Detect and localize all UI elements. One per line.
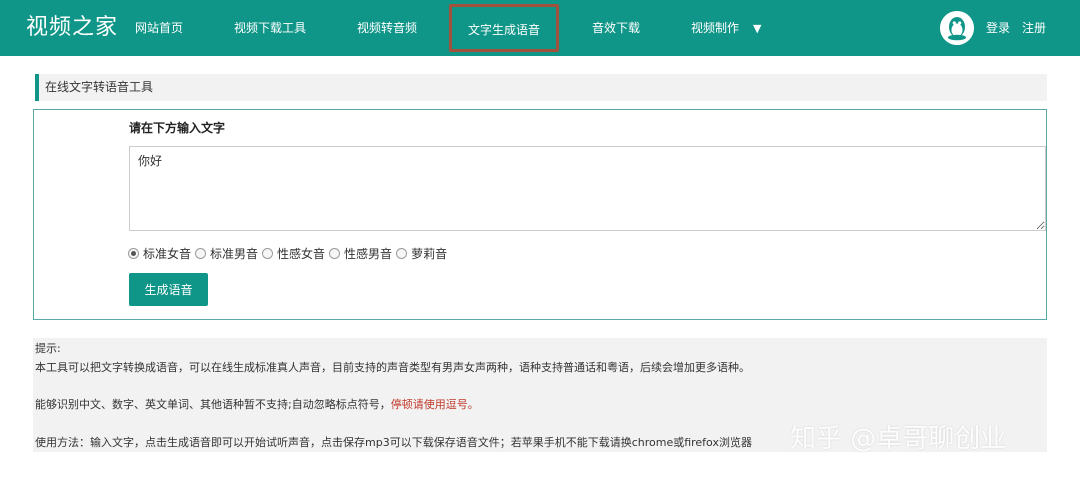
- radio-unchecked[interactable]: [195, 247, 207, 259]
- voice-label: 萝莉音: [411, 246, 448, 261]
- tips-line-2-warning: 停顿请使用逗号。: [390, 398, 479, 411]
- voice-label: 性感男音: [344, 246, 393, 261]
- radio-unchecked[interactable]: [396, 247, 408, 259]
- section-header: 在线文字转语音工具: [35, 74, 1047, 101]
- radio-unchecked[interactable]: [329, 247, 341, 259]
- register-link[interactable]: 注册: [1022, 0, 1046, 56]
- top-nav-bar: 视频之家 网站首页 视频下载工具 视频转音频 文字生成语音 音效下载 视频制作 ▼…: [0, 0, 1080, 56]
- section-title: 在线文字转语音工具: [45, 80, 154, 94]
- tips-line-2-text: 能够识别中文、数字、英文单词、其他语种暂不支持;自动忽略标点符号，: [35, 398, 391, 411]
- nav-item-video-making-label: 视频制作: [691, 21, 740, 35]
- nav-item-text-to-speech[interactable]: 文字生成语音: [449, 4, 560, 52]
- tips-line-3: 使用方法：输入文字，点击生成语音即可以开始试听声音，点击保存mp3可以下载保存语…: [35, 436, 752, 449]
- voice-option-sexy-female[interactable]: 性感女音: [262, 245, 325, 262]
- tips-line-1: 本工具可以把文字转换成语音，可以在线生成标准真人声音，目前支持的声音类型有男声女…: [35, 361, 750, 374]
- login-link[interactable]: 登录: [986, 0, 1010, 56]
- caret-down-icon: ▼: [753, 22, 762, 35]
- radio-checked[interactable]: [128, 247, 139, 259]
- voice-label: 标准女音: [143, 246, 192, 261]
- input-label: 请在下方输入文字: [129, 121, 226, 135]
- voice-label: 标准男音: [210, 246, 259, 261]
- generate-speech-button[interactable]: 生成语音: [129, 273, 208, 306]
- nav-item-home[interactable]: 网站首页: [135, 0, 183, 56]
- nav-item-video-to-audio[interactable]: 视频转音频: [357, 0, 417, 56]
- tips-title: 提示:: [35, 342, 61, 355]
- radio-unchecked[interactable]: [262, 247, 274, 259]
- nav-item-sound-effects[interactable]: 音效下载: [592, 0, 640, 56]
- site-logo[interactable]: 视频之家: [26, 13, 118, 43]
- nav-item-video-making[interactable]: 视频制作 ▼: [691, 0, 761, 56]
- nav-item-video-download[interactable]: 视频下载工具: [234, 0, 306, 56]
- watermark: 知乎 @卓哥聊创业: [790, 424, 1007, 454]
- text-input[interactable]: 你好: [129, 146, 1046, 231]
- voice-option-sexy-male[interactable]: 性感男音: [329, 245, 392, 262]
- voice-label: 性感女音: [277, 246, 326, 261]
- tips-line-2: 能够识别中文、数字、英文单词、其他语种暂不支持;自动忽略标点符号，停顿请使用逗号…: [35, 396, 479, 412]
- voice-option-standard-male[interactable]: 标准男音: [195, 245, 258, 262]
- qq-penguin-icon[interactable]: [940, 11, 974, 45]
- voice-options: 标准女音 标准男音 性感女音 性感男音 萝莉音: [128, 244, 451, 262]
- voice-option-loli[interactable]: 萝莉音: [396, 245, 447, 262]
- tts-form: 请在下方输入文字 你好 标准女音 标准男音 性感女音 性感男音 萝莉音 生成语音: [33, 109, 1047, 320]
- voice-option-standard-female[interactable]: 标准女音: [128, 245, 191, 262]
